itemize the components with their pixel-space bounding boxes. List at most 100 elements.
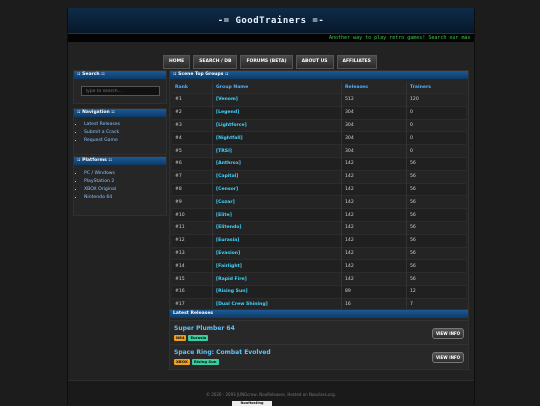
search-input[interactable] bbox=[81, 86, 160, 96]
cell-group-link[interactable]: [Eurasia] bbox=[212, 233, 342, 248]
nav-request-game[interactable]: Request Game bbox=[84, 138, 118, 143]
nav-search-db[interactable]: SEARCH / DB bbox=[193, 55, 238, 69]
cell-trainers: 120 bbox=[406, 93, 466, 107]
platform-badge: XBOX bbox=[174, 359, 190, 365]
cell-group-link[interactable]: [Rapid Fire] bbox=[212, 272, 342, 286]
cell-group-link[interactable]: [Lightforce] bbox=[212, 118, 342, 132]
platforms-list: PC / Windows PlayStation 2 XBOX Original… bbox=[74, 169, 166, 201]
table-row: #12 [Eurasia] 142 56 bbox=[172, 233, 466, 248]
cell-rank: #15 bbox=[172, 272, 213, 286]
cell-group-link[interactable]: [Cozar] bbox=[212, 195, 342, 209]
latest-releases-title: Latest Releases bbox=[170, 310, 468, 318]
table-header-row: Rank Group Name Releases Trainers bbox=[172, 82, 466, 94]
cell-group-link[interactable]: [Rising Sun] bbox=[212, 284, 342, 299]
cell-releases: 142 bbox=[341, 259, 407, 273]
table-row: #14 [Fairlight] 142 56 bbox=[172, 259, 466, 273]
cell-trainers: 0 bbox=[406, 118, 466, 132]
col-rank: Rank bbox=[172, 82, 213, 94]
cell-group-link[interactable]: [Legend] bbox=[212, 105, 342, 120]
list-item: Submit a Crack bbox=[84, 128, 166, 136]
cell-trainers: 0 bbox=[406, 144, 466, 158]
cell-trainers: 56 bbox=[406, 233, 466, 248]
cell-releases: 142 bbox=[341, 246, 407, 260]
cell-releases: 142 bbox=[341, 156, 407, 171]
cell-trainers: 56 bbox=[406, 220, 466, 235]
search-box-title: :: Search :: bbox=[74, 71, 166, 79]
cell-releases: 142 bbox=[341, 195, 407, 209]
list-item: XBOX Original bbox=[84, 185, 166, 193]
cell-rank: #6 bbox=[172, 156, 213, 171]
cell-releases: 304 bbox=[341, 105, 407, 120]
cell-releases: 142 bbox=[341, 233, 407, 248]
site-logo[interactable]: -= GoodTrainers =- bbox=[68, 16, 474, 26]
table-row: #2 [Legend] 304 0 bbox=[172, 105, 466, 120]
table-row: #11 [Elitendo] 142 56 bbox=[172, 220, 466, 235]
cell-releases: 304 bbox=[341, 144, 407, 158]
platform-n64[interactable]: Nintendo 64 bbox=[84, 195, 112, 200]
cell-releases: 512 bbox=[341, 93, 407, 107]
cell-releases: 142 bbox=[341, 182, 407, 196]
list-item: PC / Windows bbox=[84, 169, 166, 177]
cell-rank: #10 bbox=[172, 208, 213, 222]
cell-group-link[interactable]: [Censor] bbox=[212, 182, 342, 196]
cell-group-link[interactable]: [Elite] bbox=[212, 208, 342, 222]
list-item: Nintendo 64 bbox=[84, 193, 166, 201]
cell-rank: #14 bbox=[172, 259, 213, 273]
platforms-box: :: Platforms :: PC / Windows PlayStation… bbox=[73, 156, 167, 216]
cell-releases: 142 bbox=[341, 272, 407, 286]
cell-rank: #16 bbox=[172, 284, 213, 299]
table-row: #7 [Capital] 142 56 bbox=[172, 169, 466, 184]
cell-rank: #3 bbox=[172, 118, 213, 132]
nav-latest-releases[interactable]: Latest Releases bbox=[84, 122, 120, 127]
nav-forums[interactable]: FORUMS (BETA) bbox=[240, 55, 293, 69]
nav-submit-crack[interactable]: Submit a Crack bbox=[84, 130, 119, 135]
cell-releases: 142 bbox=[341, 208, 407, 222]
cell-releases: 304 bbox=[341, 131, 407, 145]
cell-group-link[interactable]: [Evasion] bbox=[212, 246, 342, 260]
cell-releases: 142 bbox=[341, 220, 407, 235]
site-header: -= GoodTrainers =- bbox=[68, 8, 474, 34]
table-row: #16 [Rising Sun] 89 12 bbox=[172, 284, 466, 299]
host-logo[interactable]: NooHosting bbox=[232, 401, 272, 406]
cell-group-link[interactable]: [Fairlight] bbox=[212, 259, 342, 273]
table-row: #15 [Rapid Fire] 142 56 bbox=[172, 272, 466, 286]
platform-xbox[interactable]: XBOX Original bbox=[84, 187, 116, 192]
cell-rank: #1 bbox=[172, 93, 213, 107]
group-badge: Rising Sun bbox=[191, 359, 219, 365]
top-groups-title: :: Scene Top Groups :: bbox=[170, 71, 468, 79]
cell-trainers: 56 bbox=[406, 169, 466, 184]
col-trainers: Trainers bbox=[406, 82, 466, 94]
platform-pc[interactable]: PC / Windows bbox=[84, 171, 115, 176]
cell-rank: #4 bbox=[172, 131, 213, 145]
group-badge: Eurasia bbox=[188, 335, 209, 341]
cell-rank: #2 bbox=[172, 105, 213, 120]
nav-affiliates[interactable]: AFFILIATES bbox=[336, 55, 377, 69]
cell-group-link[interactable]: [TRSI] bbox=[212, 144, 342, 158]
cell-group-link[interactable]: [Nightfall] bbox=[212, 131, 342, 145]
search-box: :: Search :: bbox=[73, 70, 167, 104]
cell-trainers: 56 bbox=[406, 208, 466, 222]
table-row: #4 [Nightfall] 304 0 bbox=[172, 131, 466, 145]
cell-trainers: 0 bbox=[406, 131, 466, 145]
view-info-button[interactable]: VIEW INFO bbox=[432, 352, 464, 363]
table-row: #13 [Evasion] 142 56 bbox=[172, 246, 466, 260]
cell-group-link[interactable]: [Anthrox] bbox=[212, 156, 342, 171]
release-title[interactable]: Super Plumber 64 bbox=[174, 325, 235, 332]
release-title[interactable]: Space Ring: Combat Evolved bbox=[174, 349, 271, 356]
release-badges: N64 Eurasia bbox=[174, 335, 209, 341]
cell-group-link[interactable]: [Venom] bbox=[212, 93, 342, 107]
footer-copyright: © 2026 - 2093 JUNGcrew, NooReleases. Hos… bbox=[206, 392, 336, 397]
cell-rank: #11 bbox=[172, 220, 213, 235]
cell-group-link[interactable]: [Capital] bbox=[212, 169, 342, 184]
cell-trainers: 56 bbox=[406, 182, 466, 196]
nav-about-us[interactable]: ABOUT US bbox=[295, 55, 334, 69]
nav-home[interactable]: HOME bbox=[163, 55, 191, 69]
col-releases: Releases bbox=[341, 82, 407, 94]
table-row: #5 [TRSI] 304 0 bbox=[172, 144, 466, 158]
cell-group-link[interactable]: [Elitendo] bbox=[212, 220, 342, 235]
platform-ps2[interactable]: PlayStation 2 bbox=[84, 179, 114, 184]
view-info-button[interactable]: VIEW INFO bbox=[432, 328, 464, 339]
col-group-name: Group Name bbox=[212, 82, 342, 94]
cell-trainers: 12 bbox=[406, 284, 466, 299]
cell-trainers: 56 bbox=[406, 246, 466, 260]
